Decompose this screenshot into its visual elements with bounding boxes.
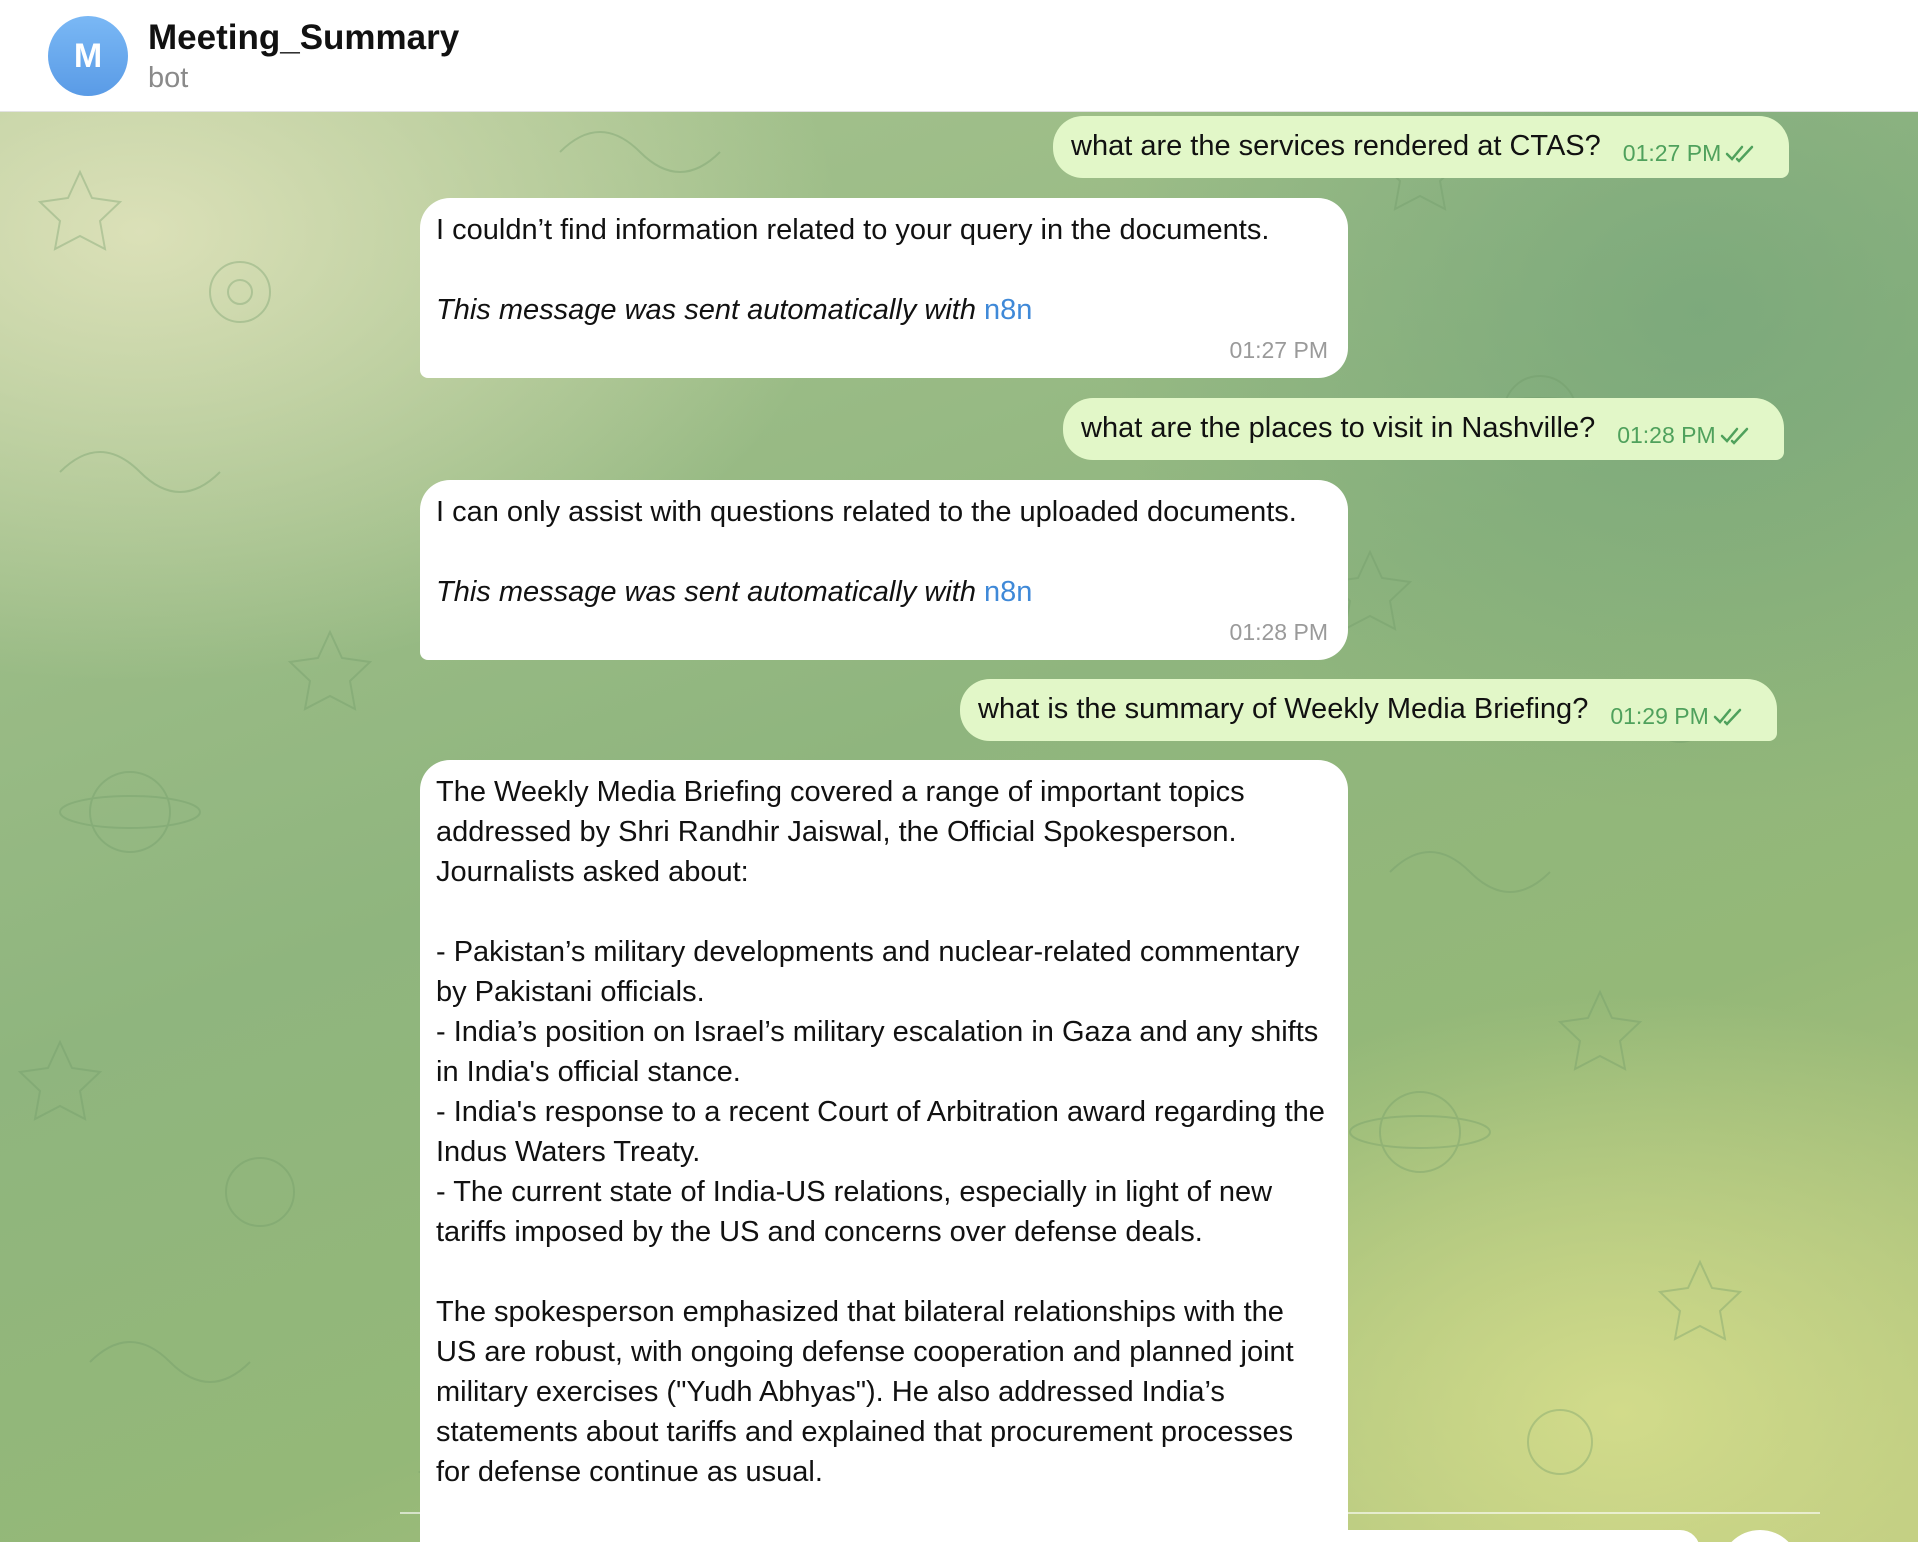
message-outgoing[interactable]: what are the services rendered at CTAS? 0… xyxy=(1053,116,1790,178)
message-time: 01:28 PM xyxy=(1617,415,1753,455)
message-text: what are the services rendered at CTAS? xyxy=(1071,130,1601,162)
avatar[interactable]: M xyxy=(48,16,128,96)
message-intro: The Weekly Media Briefing covered a rang… xyxy=(436,776,1245,888)
message-time: 01:27 PM xyxy=(1229,337,1328,363)
message-bullet: - India’s position on Israel’s military … xyxy=(436,1016,1319,1088)
message-text: what is the summary of Weekly Media Brie… xyxy=(978,693,1589,725)
message-outro: The spokesperson emphasized that bilater… xyxy=(436,1296,1294,1488)
double-check-icon xyxy=(1720,427,1748,445)
message-incoming[interactable]: I can only assist with questions related… xyxy=(420,480,1348,660)
message-bullet: - The current state of India-US relation… xyxy=(436,1176,1273,1248)
chat-area[interactable]: what are the services rendered at CTAS? 0… xyxy=(0,112,1918,1542)
message-time: 01:27 PM xyxy=(1623,133,1759,173)
message-time: 01:28 PM xyxy=(1229,619,1328,645)
chat-title[interactable]: Meeting_Summary xyxy=(148,18,459,58)
message-text: I couldn’t find information related to y… xyxy=(436,214,1270,246)
double-check-icon xyxy=(1713,708,1742,726)
message-time: 01:29 PM xyxy=(1610,696,1746,736)
message-incoming[interactable]: I couldn’t find information related to y… xyxy=(420,198,1348,378)
composer-divider xyxy=(400,1512,1820,1514)
message-text: what are the places to visit in Nashvill… xyxy=(1081,412,1596,444)
message-bullet: - India's response to a recent Court of … xyxy=(436,1096,1325,1168)
message-text: I can only assist with questions related… xyxy=(436,496,1297,528)
double-check-icon xyxy=(1725,145,1754,163)
n8n-link[interactable]: n8n xyxy=(984,294,1032,326)
message-composer[interactable] xyxy=(430,1530,1700,1542)
auto-sent-notice: This message was sent automatically with… xyxy=(436,294,1033,326)
chat-subtitle: bot xyxy=(148,62,189,94)
message-outgoing[interactable]: what are the places to visit in Nashvill… xyxy=(1063,398,1784,460)
message-bullet: - Pakistan’s military developments and n… xyxy=(436,936,1300,1008)
chat-header: M Meeting_Summary bot xyxy=(0,0,1918,112)
message-outgoing[interactable]: what is the summary of Weekly Media Brie… xyxy=(960,679,1777,741)
n8n-link[interactable]: n8n xyxy=(984,576,1032,608)
auto-sent-notice: This message was sent automatically with… xyxy=(436,576,1033,608)
message-incoming[interactable]: The Weekly Media Briefing covered a rang… xyxy=(420,760,1348,1542)
